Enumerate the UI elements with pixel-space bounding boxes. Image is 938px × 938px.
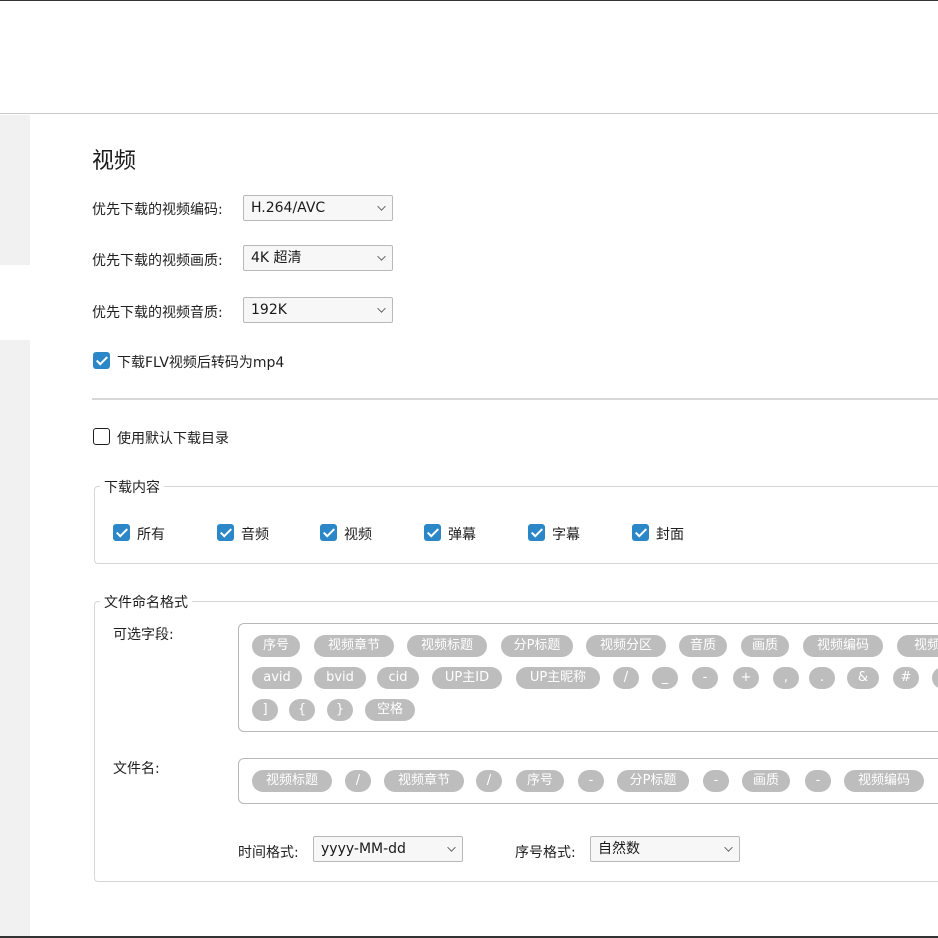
time-format-value: yyyy-MM-dd: [321, 841, 406, 857]
codec-label: 优先下载的视频编码:: [92, 202, 223, 218]
filename-chip[interactable]: -: [578, 770, 604, 792]
filename-fields-box: 视频标题 / 视频章节 / 序号 - 分P标题 - 画质 - 视频编码: [238, 758, 938, 804]
field-chip[interactable]: &: [847, 667, 879, 689]
content-video-checkbox[interactable]: [320, 524, 337, 541]
content-all-checkbox[interactable]: [113, 524, 130, 541]
content-subtitle-checkbox[interactable]: [528, 524, 545, 541]
field-chip[interactable]: avid: [252, 667, 302, 689]
field-chip[interactable]: 视频标题: [407, 635, 487, 657]
field-chip[interactable]: 视频分区: [586, 635, 666, 657]
optional-fields-label: 可选字段:: [113, 627, 174, 643]
number-format-value: 自然数: [598, 841, 640, 857]
filename-chip[interactable]: -: [703, 770, 729, 792]
codec-select-value: H.264/AVC: [251, 200, 326, 216]
quality-label: 优先下载的视频画质:: [92, 253, 223, 269]
audio-select[interactable]: 192K: [243, 297, 393, 323]
chevron-down-icon: [377, 252, 386, 261]
chevron-down-icon: [377, 202, 386, 211]
field-chip[interactable]: }: [327, 699, 353, 721]
field-chip[interactable]: 分P标题: [501, 635, 573, 657]
content-subtitle-label: 字幕: [552, 527, 580, 543]
field-chip[interactable]: 序号: [252, 635, 300, 657]
download-content-title: 下载内容: [100, 477, 164, 497]
content-danmaku-label: 弹幕: [448, 527, 476, 543]
content-video-label: 视频: [344, 527, 372, 543]
audio-select-value: 192K: [251, 302, 287, 318]
chevron-down-icon: [724, 843, 733, 852]
optional-fields-box: 序号 视频章节 视频标题 分P标题 视频分区 音质 画质 视频编码 视频 avi…: [238, 623, 938, 732]
content-cover-checkbox[interactable]: [632, 524, 649, 541]
codec-select[interactable]: H.264/AVC: [243, 195, 393, 221]
field-chip[interactable]: UP主昵称: [516, 667, 600, 689]
field-chip[interactable]: ,: [773, 667, 799, 689]
filename-label: 文件名:: [113, 761, 160, 777]
sidebar-strip: [0, 115, 30, 265]
file-naming-title: 文件命名格式: [100, 592, 192, 612]
filename-chip[interactable]: /: [476, 770, 502, 792]
number-format-select[interactable]: 自然数: [590, 836, 740, 862]
field-chip[interactable]: UP主ID: [432, 667, 502, 689]
filename-chip[interactable]: 分P标题: [617, 770, 689, 792]
filename-chip[interactable]: /: [345, 770, 371, 792]
top-header-area: [0, 0, 938, 114]
field-chip[interactable]: 空格: [365, 699, 415, 721]
field-chip[interactable]: cid: [377, 667, 419, 689]
filename-chip[interactable]: 视频章节: [384, 770, 464, 792]
filename-chip[interactable]: -: [805, 770, 831, 792]
field-chip[interactable]: 视频: [897, 635, 938, 657]
filename-chip[interactable]: 画质: [742, 770, 790, 792]
field-chip[interactable]: ]: [252, 699, 278, 721]
content-audio-label: 音频: [241, 527, 269, 543]
filename-chip[interactable]: 视频编码: [844, 770, 924, 792]
content-danmaku-checkbox[interactable]: [424, 524, 441, 541]
field-chip[interactable]: 视频编码: [803, 635, 883, 657]
field-chip[interactable]: .: [809, 667, 835, 689]
field-chip[interactable]: /: [613, 667, 639, 689]
content-all-label: 所有: [137, 527, 165, 543]
sidebar-strip-lower: [0, 340, 30, 938]
time-format-select[interactable]: yyyy-MM-dd: [313, 836, 463, 862]
field-chip[interactable]: +: [733, 667, 759, 689]
quality-select[interactable]: 4K 超清: [243, 245, 393, 271]
chevron-down-icon: [447, 843, 456, 852]
chevron-down-icon: [377, 304, 386, 313]
section-title: 视频: [92, 149, 137, 174]
section-divider: [92, 398, 938, 400]
default-dir-checkbox[interactable]: [93, 428, 110, 445]
audio-label: 优先下载的视频音质:: [92, 305, 223, 321]
transcode-label: 下载FLV视频后转码为mp4: [117, 355, 285, 371]
transcode-checkbox[interactable]: [93, 352, 110, 369]
filename-chip[interactable]: 序号: [516, 770, 564, 792]
time-format-label: 时间格式:: [238, 845, 299, 861]
field-chip[interactable]: bvid: [314, 667, 366, 689]
field-chip[interactable]: _: [652, 667, 678, 689]
field-chip[interactable]: 视频章节: [314, 635, 394, 657]
field-chip[interactable]: {: [289, 699, 315, 721]
field-chip[interactable]: (: [932, 667, 938, 689]
field-chip[interactable]: 音质: [679, 635, 727, 657]
field-chip[interactable]: #: [893, 667, 919, 689]
quality-select-value: 4K 超清: [251, 250, 302, 266]
content-audio-checkbox[interactable]: [217, 524, 234, 541]
field-chip[interactable]: 画质: [741, 635, 789, 657]
content-cover-label: 封面: [656, 527, 684, 543]
filename-chip[interactable]: 视频标题: [252, 770, 332, 792]
default-dir-label: 使用默认下载目录: [117, 431, 229, 447]
number-format-label: 序号格式:: [515, 845, 576, 861]
field-chip[interactable]: -: [692, 667, 718, 689]
